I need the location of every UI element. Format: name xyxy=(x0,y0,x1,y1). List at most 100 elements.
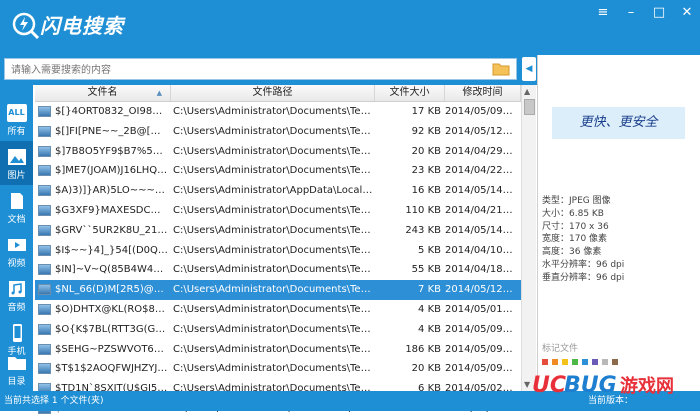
modified-date-cell: 2014/05/14 1... xyxy=(445,185,515,197)
detail-line: 垂直分辨率：96 dpi xyxy=(542,272,625,283)
file-size-cell: 4 KB xyxy=(418,303,441,315)
detail-line: 大小：6.85 KB xyxy=(542,208,604,219)
table-body: $[}4ORT0832_OI98KM`}... C:\Users\Administ… xyxy=(35,102,521,419)
sort-ascending-icon: ▲ xyxy=(156,89,162,97)
table-row[interactable]: $T$1$2AOQFWJHZYJG}... C:\Users\Administra… xyxy=(35,359,521,379)
sidebar-item-label: 音频 xyxy=(7,303,26,313)
file-path-cell: C:\Users\Administrator\Documents\Tence..… xyxy=(173,165,373,177)
modified-date-cell: 2014/05/09 0... xyxy=(445,106,515,117)
file-path-cell: C:\Users\Administrator\Documents\Tence..… xyxy=(173,284,373,296)
image-file-icon xyxy=(38,323,51,335)
image-file-icon xyxy=(38,145,51,157)
file-path-cell: C:\Users\Administrator\Documents\Tence..… xyxy=(173,343,373,355)
table-row[interactable]: $O)DHTX@KL(RO$8T8... C:\Users\Administrat… xyxy=(35,300,521,320)
file-size-cell: 243 KB xyxy=(405,224,441,236)
table-row[interactable]: $]7B8O5YF9$B7%5AL@... C:\Users\Administra… xyxy=(35,142,521,162)
file-path-cell: C:\Users\Administrator\Documents\Tence..… xyxy=(173,303,373,315)
image-file-icon xyxy=(38,185,51,197)
tags-label: 标记文件 xyxy=(542,344,579,354)
file-size-cell: 20 KB xyxy=(411,145,441,157)
table-row[interactable]: $]ME7(JOAM)J16LHQ4... C:\Users\Administra… xyxy=(35,161,521,181)
column-header-date[interactable]: 修改时间 xyxy=(445,85,521,101)
image-preview: 更快、更安全 xyxy=(552,107,685,139)
app-title: 闪电搜索 xyxy=(40,14,124,38)
file-table: 文件名 ▲ 文件路径 文件大小 修改时间 $[}4ORT0832_OI98KM`… xyxy=(35,85,521,414)
file-size-cell: 4 KB xyxy=(418,323,441,335)
table-row[interactable]: $SEHG~PZSWVOT6KFA... C:\Users\Administrat… xyxy=(35,340,521,360)
table-row[interactable]: $IN]~V~Q(85B4W4VKS... C:\Users\Administra… xyxy=(35,260,521,280)
detail-line: 类型：JPEG 图像 xyxy=(542,196,611,206)
file-path-cell: C:\Users\Administrator\Documents\Tence..… xyxy=(173,145,373,157)
menu-icon[interactable]: ≡ xyxy=(596,6,610,20)
file-path-cell: C:\Users\Administrator\Documents\Tence..… xyxy=(173,224,373,236)
sidebar-item-all[interactable]: ALL 所有 xyxy=(0,97,33,141)
sidebar-item-label: 图片 xyxy=(7,171,26,181)
table-row[interactable]: $A)3)]}AR)5LO~~~[7AD... C:\Users\Administ… xyxy=(35,181,521,201)
folder-icon xyxy=(7,357,26,370)
file-size-cell: 55 KB xyxy=(411,264,441,276)
sidebar-item-documents[interactable]: 文档 xyxy=(0,185,33,229)
image-file-icon xyxy=(38,363,51,375)
image-file-icon xyxy=(38,204,51,216)
column-header-size[interactable]: 文件大小 xyxy=(375,85,445,101)
file-size-cell: 5 KB xyxy=(418,244,441,256)
file-name-cell: $O)DHTX@KL(RO$8T8... xyxy=(55,303,168,315)
column-header-path[interactable]: 文件路径 xyxy=(171,85,375,101)
table-row[interactable]: $NL_66(D)M[2R5)@2`2... C:\Users\Administr… xyxy=(35,280,521,300)
close-icon[interactable]: ✕ xyxy=(680,6,694,20)
file-name-cell: $IN]~V~Q(85B4W4VKS... xyxy=(55,264,168,276)
minimize-icon[interactable]: – xyxy=(624,6,638,20)
modified-date-cell: 2014/05/01 1... xyxy=(445,303,515,315)
detail-line: 高度：36 像素 xyxy=(542,247,602,258)
file-name-cell: $GRV``5UR2K8U_21KK2... xyxy=(55,224,168,236)
file-size-cell: 110 KB xyxy=(405,204,441,216)
selection-status: 当前共选择 1 个文件(夹) xyxy=(4,396,104,406)
title-bar: 闪电搜索 ≡ – □ ✕ xyxy=(0,0,700,55)
svg-text:游戏网: 游戏网 xyxy=(620,375,674,397)
file-path-cell: C:\Users\Administrator\Documents\Tence..… xyxy=(173,204,373,216)
file-name-cell: $[]FI[PNE~~_2B@[%PZ... xyxy=(55,125,168,137)
file-size-cell: 92 KB xyxy=(411,125,441,137)
table-row[interactable]: $I$~~}4]_}54[(D0QBQU... C:\Users\Administ… xyxy=(35,241,521,261)
sidebar-item-pictures[interactable]: 图片 xyxy=(0,141,33,185)
file-size-cell: 23 KB xyxy=(411,165,441,177)
scroll-up-icon[interactable]: ▲ xyxy=(524,87,530,96)
collapse-panel-button[interactable]: ◀ xyxy=(522,57,536,81)
lightning-search-logo-icon xyxy=(12,12,40,40)
sidebar-item-label: 文档 xyxy=(7,215,26,225)
table-row[interactable]: $G3XF9}MAXESDC%7[2... C:\Users\Administra… xyxy=(35,201,521,221)
sidebar-item-directory[interactable]: 目录 xyxy=(0,347,33,391)
search-input[interactable] xyxy=(9,62,483,78)
file-name-cell: $]7B8O5YF9$B7%5AL@... xyxy=(55,145,168,157)
scrollbar-thumb[interactable] xyxy=(524,99,535,115)
video-icon xyxy=(7,239,26,251)
file-size-cell: 16 KB xyxy=(411,185,441,197)
sidebar-item-label: 目录 xyxy=(7,377,26,387)
table-row[interactable]: $[]FI[PNE~~_2B@[%PZ... C:\Users\Administr… xyxy=(35,122,521,142)
search-box[interactable] xyxy=(4,58,517,80)
file-path-cell: C:\Users\Administrator\Documents\Tence..… xyxy=(173,363,373,375)
details-panel: 更快、更安全 类型：JPEG 图像 大小：6.85 KB 尺寸：170 x 36 宽度… xyxy=(537,55,700,391)
image-file-icon xyxy=(38,343,51,355)
phone-icon xyxy=(12,324,22,342)
column-header-name[interactable]: 文件名 ▲ xyxy=(35,85,171,101)
folder-icon[interactable] xyxy=(492,62,510,76)
sidebar-item-videos[interactable]: 视频 xyxy=(0,229,33,273)
sidebar-item-label: 所有 xyxy=(7,127,26,137)
table-row[interactable]: $GRV``5UR2K8U_21KK2... C:\Users\Administr… xyxy=(35,221,521,241)
file-name-cell: $I$~~}4]_}54[(D0QBQU... xyxy=(55,244,168,256)
sidebar-item-audio[interactable]: 音频 xyxy=(0,273,33,317)
modified-date-cell: 2014/04/10 1... xyxy=(445,244,515,256)
vertical-scrollbar[interactable]: ▲ ▼ xyxy=(521,85,536,391)
file-path-cell: C:\Users\Administrator\Documents\Tence..… xyxy=(173,244,373,256)
modified-date-cell: 2014/05/09 1... xyxy=(445,323,515,335)
maximize-icon[interactable]: □ xyxy=(652,6,666,20)
file-path-cell: C:\Users\Administrator\Documents\Tence..… xyxy=(173,125,373,137)
table-header: 文件名 ▲ 文件路径 文件大小 修改时间 xyxy=(35,85,521,102)
file-name-cell: $[}4ORT0832_OI98KM`}... xyxy=(55,106,168,117)
sidebar: ALL 所有 图片 文档 视频 音频 手机 目录 xyxy=(0,85,33,391)
table-row[interactable]: $[}4ORT0832_OI98KM`}... C:\Users\Administ… xyxy=(35,102,521,122)
table-row[interactable]: $O{K$7BL(RTT3G(G7A4... C:\Users\Administr… xyxy=(35,320,521,340)
audio-icon xyxy=(8,281,25,297)
file-name-cell: $]ME7(JOAM)J16LHQ4... xyxy=(55,165,168,177)
